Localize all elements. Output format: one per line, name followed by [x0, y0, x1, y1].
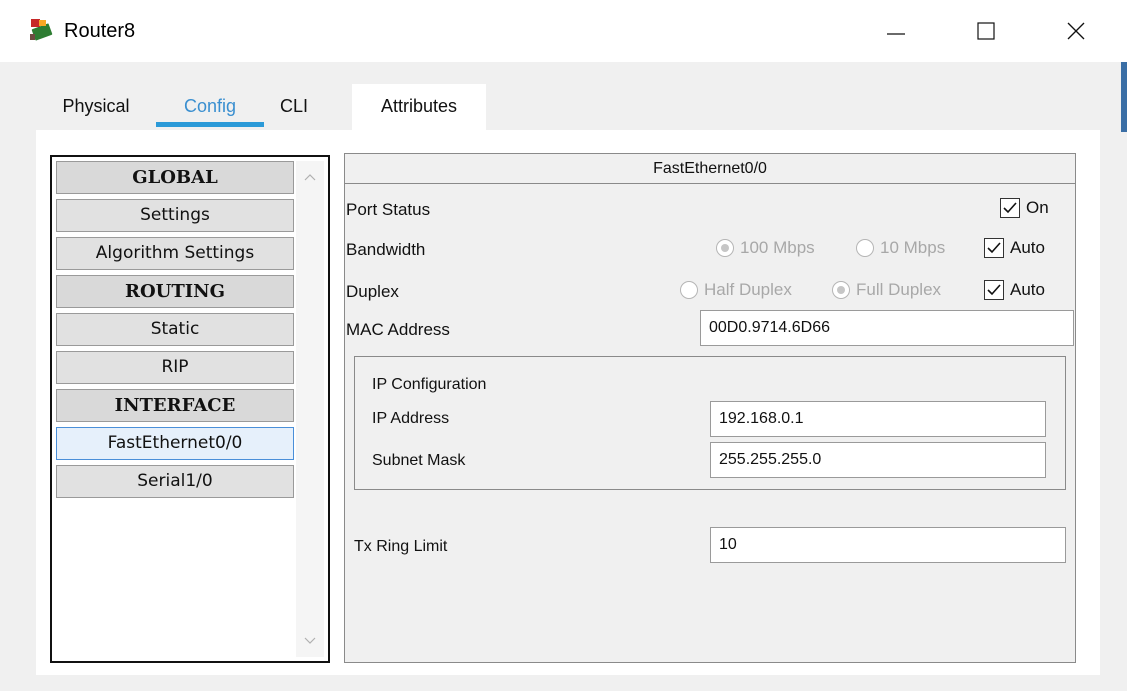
- duplex-half-radio[interactable]: [680, 281, 698, 299]
- bandwidth-100-option[interactable]: 100 Mbps: [716, 238, 815, 258]
- port-status-on[interactable]: On: [1000, 198, 1049, 218]
- nav-header-routing: ROUTING: [56, 275, 294, 308]
- bandwidth-auto-checkbox[interactable]: [984, 238, 1004, 258]
- check-icon: [987, 284, 1001, 296]
- port-status-label: Port Status: [346, 200, 431, 219]
- title-bar: Router8: [0, 0, 1127, 62]
- tab-cli[interactable]: CLI: [264, 84, 324, 132]
- chevron-up-icon: [304, 174, 316, 181]
- mac-address-field[interactable]: 00D0.9714.6D66: [700, 310, 1074, 346]
- tab-attributes[interactable]: Attributes: [352, 84, 486, 132]
- ip-address-field[interactable]: 192.168.0.1: [710, 401, 1046, 437]
- port-on-checkbox[interactable]: [1000, 198, 1020, 218]
- nav-item-serial1-0[interactable]: Serial1/0: [56, 465, 294, 498]
- duplex-half-label: Half Duplex: [704, 280, 792, 299]
- bandwidth-auto-label: Auto: [1010, 238, 1045, 257]
- duplex-full-option[interactable]: Full Duplex: [832, 280, 941, 300]
- subnet-mask-field[interactable]: 255.255.255.0: [710, 442, 1046, 478]
- check-icon: [987, 242, 1001, 254]
- nav-item-fastethernet0-0[interactable]: FastEthernet0/0: [56, 427, 294, 460]
- minimize-icon: [887, 33, 905, 35]
- bandwidth-auto-option[interactable]: Auto: [984, 238, 1045, 258]
- nav-item-algorithm-settings[interactable]: Algorithm Settings: [56, 237, 294, 270]
- tab-physical[interactable]: Physical: [36, 84, 156, 132]
- bandwidth-label: Bandwidth: [346, 240, 426, 259]
- maximize-button[interactable]: [956, 8, 1016, 54]
- bandwidth-100-label: 100 Mbps: [740, 238, 815, 257]
- nav-item-static[interactable]: Static: [56, 313, 294, 346]
- close-icon: [1067, 22, 1085, 40]
- minimize-button[interactable]: [866, 8, 926, 54]
- duplex-full-radio[interactable]: [832, 281, 850, 299]
- chevron-down-icon: [304, 637, 316, 644]
- window-edge-accent: [1121, 62, 1127, 132]
- duplex-full-label: Full Duplex: [856, 280, 942, 299]
- active-tab-indicator: [156, 122, 264, 127]
- bandwidth-10-label: 10 Mbps: [880, 238, 946, 257]
- bandwidth-10-option[interactable]: 10 Mbps: [856, 238, 945, 258]
- window-title: Router8: [64, 20, 136, 42]
- duplex-label: Duplex: [346, 282, 399, 301]
- nav-item-rip[interactable]: RIP: [56, 351, 294, 384]
- port-on-label: On: [1026, 198, 1049, 217]
- nav-header-global: GLOBAL: [56, 161, 294, 194]
- nav-header-interface: INTERFACE: [56, 389, 294, 422]
- bandwidth-10-radio[interactable]: [856, 239, 874, 257]
- duplex-auto-option[interactable]: Auto: [984, 280, 1045, 300]
- scroll-up-arrow[interactable]: [296, 165, 324, 189]
- duplex-half-option[interactable]: Half Duplex: [680, 280, 792, 300]
- interface-title: FastEthernet0/0: [345, 154, 1075, 184]
- ip-address-label: IP Address: [372, 410, 450, 427]
- bandwidth-100-radio[interactable]: [716, 239, 734, 257]
- nav-scrollbar[interactable]: [296, 161, 324, 657]
- subnet-mask-label: Subnet Mask: [372, 452, 466, 469]
- check-icon: [1003, 202, 1017, 214]
- mac-address-label: MAC Address: [346, 320, 450, 339]
- close-button[interactable]: [1046, 8, 1106, 54]
- router-icon: [28, 16, 54, 42]
- tx-ring-limit-field[interactable]: 10: [710, 527, 1066, 563]
- maximize-icon: [977, 22, 995, 40]
- scroll-down-arrow[interactable]: [296, 629, 324, 653]
- duplex-auto-checkbox[interactable]: [984, 280, 1004, 300]
- nav-item-settings[interactable]: Settings: [56, 199, 294, 232]
- duplex-auto-label: Auto: [1010, 280, 1045, 299]
- config-nav: GLOBAL Settings Algorithm Settings ROUTI…: [50, 155, 330, 663]
- ip-configuration-title: IP Configuration: [372, 376, 487, 393]
- tx-ring-limit-label: Tx Ring Limit: [354, 538, 448, 555]
